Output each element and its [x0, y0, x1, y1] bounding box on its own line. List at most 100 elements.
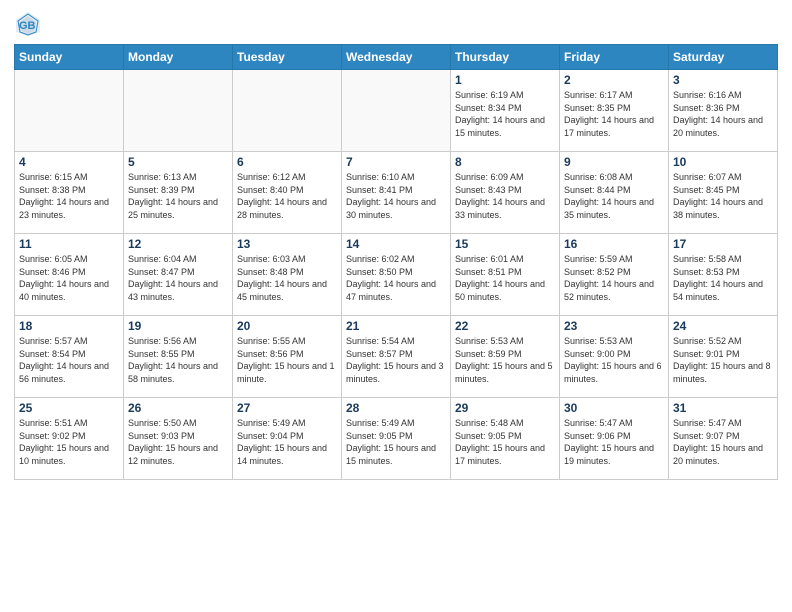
calendar-cell: 8Sunrise: 6:09 AM Sunset: 8:43 PM Daylig… — [451, 152, 560, 234]
calendar-cell: 2 Sunrise: 6:17 AM Sunset: 8:35 PM Daylig… — [560, 70, 669, 152]
week-row: 25 Sunrise: 5:51 AM Sunset: 9:02 PM Dayli… — [15, 398, 778, 480]
day-number: 25 — [19, 401, 119, 415]
calendar-cell: 27 Sunrise: 5:49 AM Sunset: 9:04 PM Dayli… — [233, 398, 342, 480]
weekday-header: Sunday — [15, 45, 124, 70]
day-number: 17 — [673, 237, 773, 251]
day-number: 4 — [19, 155, 119, 169]
day-number: 10 — [673, 155, 773, 169]
calendar-cell — [342, 70, 451, 152]
calendar-cell: 17 Sunrise: 5:58 AM Sunset: 8:53 PM Dayli… — [669, 234, 778, 316]
calendar-cell: 21Sunrise: 5:54 AM Sunset: 8:57 PM Dayli… — [342, 316, 451, 398]
day-number: 24 — [673, 319, 773, 333]
day-info: Sunrise: 5:51 AM Sunset: 9:02 PM Dayligh… — [19, 417, 119, 467]
day-number: 30 — [564, 401, 664, 415]
day-info: Sunrise: 5:58 AM Sunset: 8:53 PM Dayligh… — [673, 253, 773, 303]
calendar-table: SundayMondayTuesdayWednesdayThursdayFrid… — [14, 44, 778, 480]
calendar-cell: 9 Sunrise: 6:08 AM Sunset: 8:44 PM Daylig… — [560, 152, 669, 234]
calendar-cell: 12 Sunrise: 6:04 AM Sunset: 8:47 PM Dayli… — [124, 234, 233, 316]
day-info: Sunrise: 5:47 AM Sunset: 9:07 PM Dayligh… — [673, 417, 773, 467]
calendar-cell: 24 Sunrise: 5:52 AM Sunset: 9:01 PM Dayli… — [669, 316, 778, 398]
day-info: Sunrise: 6:16 AM Sunset: 8:36 PM Dayligh… — [673, 89, 773, 139]
header: GB — [14, 10, 778, 38]
weekday-header: Friday — [560, 45, 669, 70]
day-info: Sunrise: 6:04 AM Sunset: 8:47 PM Dayligh… — [128, 253, 228, 303]
calendar-cell: 23Sunrise: 5:53 AM Sunset: 9:00 PM Dayli… — [560, 316, 669, 398]
day-number: 6 — [237, 155, 337, 169]
day-number: 15 — [455, 237, 555, 251]
day-info: Sunrise: 6:01 AM Sunset: 8:51 PM Dayligh… — [455, 253, 555, 303]
day-info: Sunrise: 5:50 AM Sunset: 9:03 PM Dayligh… — [128, 417, 228, 467]
day-number: 23 — [564, 319, 664, 333]
day-info: Sunrise: 5:49 AM Sunset: 9:05 PM Dayligh… — [346, 417, 446, 467]
calendar-cell: 31 Sunrise: 5:47 AM Sunset: 9:07 PM Dayli… — [669, 398, 778, 480]
calendar-cell: 11Sunrise: 6:05 AM Sunset: 8:46 PM Dayli… — [15, 234, 124, 316]
day-number: 20 — [237, 319, 337, 333]
day-info: Sunrise: 6:03 AM Sunset: 8:48 PM Dayligh… — [237, 253, 337, 303]
day-number: 31 — [673, 401, 773, 415]
calendar-cell: 7 Sunrise: 6:10 AM Sunset: 8:41 PM Daylig… — [342, 152, 451, 234]
day-number: 26 — [128, 401, 228, 415]
day-info: Sunrise: 6:10 AM Sunset: 8:41 PM Dayligh… — [346, 171, 446, 221]
day-number: 1 — [455, 73, 555, 87]
weekday-header: Monday — [124, 45, 233, 70]
calendar-cell: 14Sunrise: 6:02 AM Sunset: 8:50 PM Dayli… — [342, 234, 451, 316]
weekday-header: Wednesday — [342, 45, 451, 70]
day-number: 5 — [128, 155, 228, 169]
calendar-cell: 28 Sunrise: 5:49 AM Sunset: 9:05 PM Dayli… — [342, 398, 451, 480]
week-row: 18 Sunrise: 5:57 AM Sunset: 8:54 PM Dayli… — [15, 316, 778, 398]
logo-icon: GB — [14, 10, 42, 38]
calendar-cell — [124, 70, 233, 152]
day-number: 8 — [455, 155, 555, 169]
calendar-cell: 1 Sunrise: 6:19 AM Sunset: 8:34 PM Daylig… — [451, 70, 560, 152]
weekday-header-row: SundayMondayTuesdayWednesdayThursdayFrid… — [15, 45, 778, 70]
calendar-cell: 25 Sunrise: 5:51 AM Sunset: 9:02 PM Dayli… — [15, 398, 124, 480]
calendar-cell: 3Sunrise: 6:16 AM Sunset: 8:36 PM Daylig… — [669, 70, 778, 152]
calendar-cell: 4 Sunrise: 6:15 AM Sunset: 8:38 PM Daylig… — [15, 152, 124, 234]
day-info: Sunrise: 5:53 AM Sunset: 8:59 PM Dayligh… — [455, 335, 555, 385]
calendar-cell: 15 Sunrise: 6:01 AM Sunset: 8:51 PM Dayli… — [451, 234, 560, 316]
day-info: Sunrise: 6:13 AM Sunset: 8:39 PM Dayligh… — [128, 171, 228, 221]
day-info: Sunrise: 6:08 AM Sunset: 8:44 PM Dayligh… — [564, 171, 664, 221]
weekday-header: Tuesday — [233, 45, 342, 70]
week-row: 4 Sunrise: 6:15 AM Sunset: 8:38 PM Daylig… — [15, 152, 778, 234]
day-info: Sunrise: 6:15 AM Sunset: 8:38 PM Dayligh… — [19, 171, 119, 221]
day-number: 14 — [346, 237, 446, 251]
weekday-header: Saturday — [669, 45, 778, 70]
calendar-cell: 5 Sunrise: 6:13 AM Sunset: 8:39 PM Daylig… — [124, 152, 233, 234]
day-number: 22 — [455, 319, 555, 333]
day-number: 2 — [564, 73, 664, 87]
calendar-cell: 26 Sunrise: 5:50 AM Sunset: 9:03 PM Dayli… — [124, 398, 233, 480]
calendar-cell: 18 Sunrise: 5:57 AM Sunset: 8:54 PM Dayli… — [15, 316, 124, 398]
day-number: 7 — [346, 155, 446, 169]
svg-text:GB: GB — [19, 20, 36, 32]
day-number: 9 — [564, 155, 664, 169]
logo: GB — [14, 10, 46, 38]
day-info: Sunrise: 5:55 AM Sunset: 8:56 PM Dayligh… — [237, 335, 337, 385]
day-info: Sunrise: 5:47 AM Sunset: 9:06 PM Dayligh… — [564, 417, 664, 467]
day-number: 21 — [346, 319, 446, 333]
calendar-cell — [15, 70, 124, 152]
calendar-cell: 29 Sunrise: 5:48 AM Sunset: 9:05 PM Dayli… — [451, 398, 560, 480]
calendar-cell: 19Sunrise: 5:56 AM Sunset: 8:55 PM Dayli… — [124, 316, 233, 398]
day-number: 29 — [455, 401, 555, 415]
calendar-cell: 16Sunrise: 5:59 AM Sunset: 8:52 PM Dayli… — [560, 234, 669, 316]
day-info: Sunrise: 6:19 AM Sunset: 8:34 PM Dayligh… — [455, 89, 555, 139]
day-info: Sunrise: 5:52 AM Sunset: 9:01 PM Dayligh… — [673, 335, 773, 385]
week-row: 1 Sunrise: 6:19 AM Sunset: 8:34 PM Daylig… — [15, 70, 778, 152]
week-row: 11Sunrise: 6:05 AM Sunset: 8:46 PM Dayli… — [15, 234, 778, 316]
day-number: 18 — [19, 319, 119, 333]
day-info: Sunrise: 5:48 AM Sunset: 9:05 PM Dayligh… — [455, 417, 555, 467]
day-number: 12 — [128, 237, 228, 251]
day-info: Sunrise: 5:57 AM Sunset: 8:54 PM Dayligh… — [19, 335, 119, 385]
day-info: Sunrise: 6:07 AM Sunset: 8:45 PM Dayligh… — [673, 171, 773, 221]
day-number: 27 — [237, 401, 337, 415]
weekday-header: Thursday — [451, 45, 560, 70]
day-info: Sunrise: 6:17 AM Sunset: 8:35 PM Dayligh… — [564, 89, 664, 139]
calendar-cell: 6Sunrise: 6:12 AM Sunset: 8:40 PM Daylig… — [233, 152, 342, 234]
calendar-cell: 13 Sunrise: 6:03 AM Sunset: 8:48 PM Dayli… — [233, 234, 342, 316]
calendar-cell — [233, 70, 342, 152]
day-number: 28 — [346, 401, 446, 415]
page: GB SundayMondayTuesdayWednesdayThursdayF… — [0, 0, 792, 612]
day-info: Sunrise: 5:49 AM Sunset: 9:04 PM Dayligh… — [237, 417, 337, 467]
day-number: 13 — [237, 237, 337, 251]
